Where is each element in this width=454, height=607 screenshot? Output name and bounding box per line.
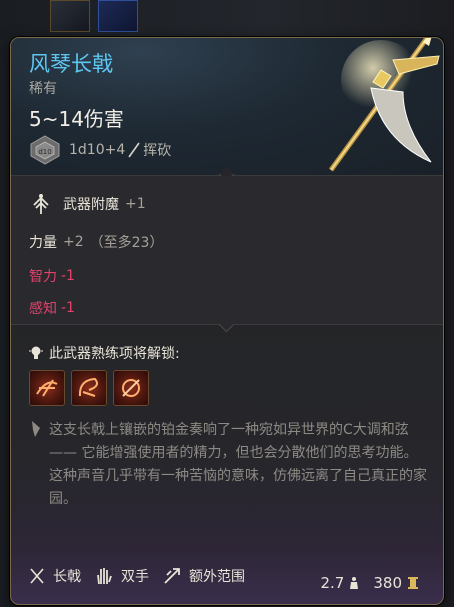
item-price: 380 — [373, 574, 402, 592]
tooltip-header: 风琴长戟 稀有 5~14伤害 d10 1d10+4 挥砍 — [11, 38, 443, 176]
weight-icon — [350, 577, 359, 589]
reach-icon — [164, 568, 180, 584]
proficiency-title-row: 此武器熟练项将解锁: — [29, 343, 180, 363]
weapon-actions — [29, 370, 149, 406]
item-description: 这支长戟上镶嵌的铂金奏响了一种宛如异世界的C大调和弦 —— 它能增强使用者的精力… — [49, 422, 427, 507]
weapon-type-label: 长戟 — [53, 569, 81, 585]
item-name: 风琴长戟 — [29, 52, 113, 76]
enchantment-value: +1 — [125, 196, 146, 212]
inventory-slot[interactable] — [98, 0, 138, 32]
damage-dice-row: d10 1d10+4 挥砍 — [29, 135, 172, 165]
gold-icon — [408, 577, 418, 589]
tag-reach: 额外范围 — [163, 566, 245, 586]
slashing-icon — [128, 142, 140, 158]
action-2-icon[interactable] — [71, 370, 107, 406]
item-tooltip: 风琴长戟 稀有 5~14伤害 d10 1d10+4 挥砍 武器附魔 +1 力量 … — [10, 37, 444, 605]
item-damage: 5~14伤害 — [29, 107, 124, 131]
strength-note: （至多23） — [89, 235, 164, 251]
intelligence-row: 智力 -1 — [29, 266, 75, 286]
reach-label: 额外范围 — [189, 569, 245, 585]
tag-two-handed: 双手 — [95, 566, 149, 586]
dice-icon: d10 — [30, 135, 60, 165]
tag-weapon-type: 长戟 — [29, 566, 81, 586]
strength-value: +2 — [63, 234, 84, 250]
quill-icon — [32, 421, 40, 437]
strength-row: 力量 +2 （至多23） — [29, 232, 163, 252]
wisdom-row: 感知 -1 — [29, 298, 75, 318]
proficiency-title: 此武器熟练项将解锁: — [49, 346, 180, 362]
intelligence-label: 智力 — [29, 269, 57, 285]
halberd-icon — [328, 38, 440, 172]
wisdom-label: 感知 — [29, 301, 57, 317]
item-rarity: 稀有 — [29, 81, 57, 97]
action-3-icon[interactable] — [113, 370, 149, 406]
hand-icon — [97, 568, 112, 585]
item-tags: 长戟 双手 额外范围 — [29, 566, 259, 586]
intelligence-value: -1 — [61, 268, 75, 284]
properties-section: 武器附魔 +1 力量 +2 （至多23） 智力 -1 感知 -1 — [11, 176, 443, 325]
item-weight: 2.7 — [320, 574, 345, 592]
strength-label: 力量 — [29, 235, 57, 251]
damage-type: 挥砍 — [143, 143, 172, 159]
wisdom-value: -1 — [61, 300, 75, 316]
halberd-type-icon — [30, 568, 44, 584]
enchantment-row: 武器附魔 +1 — [29, 192, 146, 216]
inventory-slot[interactable] — [50, 0, 90, 32]
action-1-icon[interactable] — [29, 370, 65, 406]
proficiency-section: 此武器熟练项将解锁: 这支长戟上镶嵌的铂金奏响了一种宛如异世界的C大调和弦 ——… — [11, 325, 443, 604]
damage-dice: 1d10+4 — [69, 142, 126, 158]
enchantment-icon — [33, 194, 49, 214]
item-footer: 2.7 380 — [321, 574, 420, 592]
svg-text:d10: d10 — [38, 148, 51, 156]
enchantment-label: 武器附魔 — [63, 197, 119, 213]
two-handed-label: 双手 — [121, 569, 149, 585]
lightbulb-icon — [29, 346, 43, 359]
